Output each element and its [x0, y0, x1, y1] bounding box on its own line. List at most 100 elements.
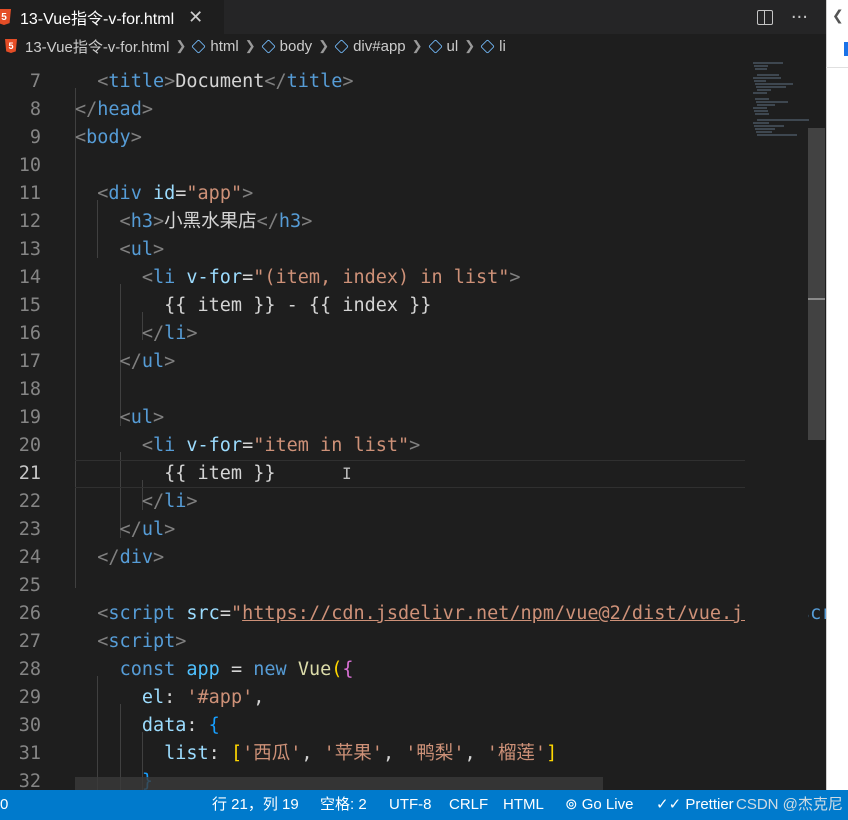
element-cube-icon — [191, 38, 207, 54]
code-text: list: ['西瓜', '苹果', '鸭梨', '榴莲'] — [164, 743, 558, 764]
line-number: 10 — [18, 155, 41, 176]
breadcrumb-item-html[interactable]: html — [210, 38, 238, 55]
language-mode[interactable]: HTML — [503, 790, 544, 820]
tab-title: 13-Vue指令-v-for.html — [20, 11, 175, 28]
line-number: 17 — [18, 351, 41, 372]
code-text: <script src="https://cdn.jsdelivr.net/np… — [75, 603, 826, 624]
line-number: 7 — [29, 71, 41, 92]
adjacent-window-edge — [826, 0, 848, 820]
code-line[interactable]: 25 — [0, 572, 745, 600]
watermark: CSDN @杰克尼 — [736, 796, 843, 813]
end-of-line[interactable]: CRLF — [449, 790, 488, 820]
html5-file-icon: 5 — [5, 39, 17, 53]
breadcrumb: 5 13-Vue指令-v-for.html ❯ html ❯ body ❯ di… — [0, 34, 826, 58]
code-text: <li v-for="(item, index) in list"> — [75, 267, 521, 288]
line-number: 32 — [18, 771, 41, 790]
element-cube-icon — [427, 38, 443, 54]
breadcrumb-item-li[interactable]: li — [499, 38, 506, 55]
minimap-line — [756, 101, 788, 103]
code-line[interactable]: 9 <body> — [0, 124, 745, 152]
minimap-line — [753, 62, 783, 64]
element-cube-icon — [480, 38, 495, 54]
code-text: <script> — [75, 631, 187, 652]
code-editor[interactable]: 7 <title>Document</title> 8 </head> 9 <body>… — [0, 58, 826, 790]
code-text: <ul> — [75, 239, 165, 260]
indentation-spaces[interactable]: 空格: 2 — [320, 790, 367, 820]
code-line[interactable]: 16 </li> — [0, 320, 745, 348]
minimap-line — [757, 104, 775, 106]
code-line[interactable]: 8 </head> — [0, 96, 745, 124]
code-line[interactable]: 27 <script> — [0, 628, 745, 656]
split-editor-icon[interactable] — [756, 9, 773, 25]
line-number: 24 — [18, 547, 41, 568]
breadcrumb-item-div-app[interactable]: div#app — [353, 38, 406, 55]
code-line[interactable]: 17 </ul> — [0, 348, 745, 376]
status-left-indicator[interactable]: 0 — [0, 790, 8, 820]
double-check-icon: ✓✓ — [656, 796, 682, 813]
html5-file-icon: 5 — [0, 9, 11, 25]
code-line[interactable]: 13 <ul> — [0, 236, 745, 264]
horizontal-scrollbar[interactable] — [75, 777, 603, 790]
line-number: 11 — [18, 183, 41, 204]
broadcast-icon: ⊚ — [565, 796, 578, 813]
minimap-line — [757, 119, 809, 121]
code-line[interactable]: 7 <title>Document</title> — [0, 68, 745, 96]
code-line[interactable]: 10 — [0, 152, 745, 180]
code-line[interactable]: 21 {{ item }} — [0, 460, 745, 488]
go-live-label: Go Live — [581, 796, 634, 813]
breadcrumb-item-body[interactable]: body — [280, 38, 313, 55]
code-line[interactable]: 30 data: { — [0, 712, 745, 740]
minimap[interactable] — [745, 58, 809, 790]
chevron-right-icon: ❯ — [318, 38, 330, 53]
more-actions-icon[interactable]: ··· — [791, 7, 808, 28]
element-cube-icon — [334, 38, 349, 54]
breadcrumb-item-ul[interactable]: ul — [447, 38, 459, 55]
line-number: 9 — [29, 127, 41, 148]
line-number: 19 — [18, 407, 41, 428]
minimap-line — [753, 122, 769, 124]
breadcrumb-item-file[interactable]: 13-Vue指令-v-for.html — [25, 36, 170, 57]
code-line[interactable]: 19 <ul> — [0, 404, 745, 432]
cursor-position[interactable]: 行 21，列 19 — [212, 790, 299, 820]
code-text: <ul> — [75, 407, 165, 428]
code-line[interactable]: 14 <li v-for="(item, index) in list"> — [0, 264, 745, 292]
code-text: {{ item }} — [75, 463, 276, 484]
code-line[interactable]: 29 el: '#app', — [0, 684, 745, 712]
tab-active-file[interactable]: 5 13-Vue指令-v-for.html ✕ — [0, 0, 224, 34]
minimap-line — [755, 113, 769, 115]
minimap-line — [753, 92, 767, 94]
minimap-line — [754, 65, 768, 67]
line-number: 8 — [29, 99, 41, 120]
line-number: 12 — [18, 211, 41, 232]
minimap-line — [754, 80, 766, 82]
code-line[interactable]: 28 const app = new Vue({ — [0, 656, 745, 684]
file-encoding[interactable]: UTF-8 — [389, 790, 432, 820]
line-number: 29 — [18, 687, 41, 708]
line-number: 16 — [18, 323, 41, 344]
minimap-line — [756, 86, 786, 88]
code-line[interactable]: 24 </div> — [0, 544, 745, 572]
vertical-scrollbar[interactable] — [808, 128, 825, 440]
code-line[interactable]: 12 <h3>小黑水果店</h3> — [0, 208, 745, 236]
accent-marker — [844, 42, 848, 56]
close-icon[interactable]: ✕ — [188, 7, 203, 28]
code-line[interactable]: 22 </li> — [0, 488, 745, 516]
code-text: data: { — [141, 715, 220, 736]
prettier-button[interactable]: ✓✓ Prettier — [656, 790, 734, 820]
code-line[interactable]: 23 </ul> — [0, 516, 745, 544]
code-line[interactable]: 11 <div id="app"> — [0, 180, 745, 208]
code-text: el: '#app', — [141, 687, 265, 708]
go-live-button[interactable]: ⊚ Go Live — [565, 790, 633, 820]
divider — [826, 67, 848, 68]
code-text: </ul> — [75, 351, 176, 372]
code-line[interactable]: 26 <script src="https://cdn.jsdelivr.net… — [0, 600, 826, 628]
code-line[interactable]: 20 <li v-for="item in list"> — [0, 432, 745, 460]
code-line[interactable]: 31 list: ['西瓜', '苹果', '鸭梨', '榴莲'] — [0, 740, 745, 768]
code-line[interactable]: 15 {{ item }} - {{ index }} — [0, 292, 745, 320]
minimap-line — [755, 128, 775, 130]
code-line[interactable]: 18 — [0, 376, 745, 404]
line-number: 27 — [18, 631, 41, 652]
minimap-line — [754, 125, 784, 127]
line-number: 30 — [18, 715, 41, 736]
chevron-left-icon: ❮ — [832, 8, 844, 24]
